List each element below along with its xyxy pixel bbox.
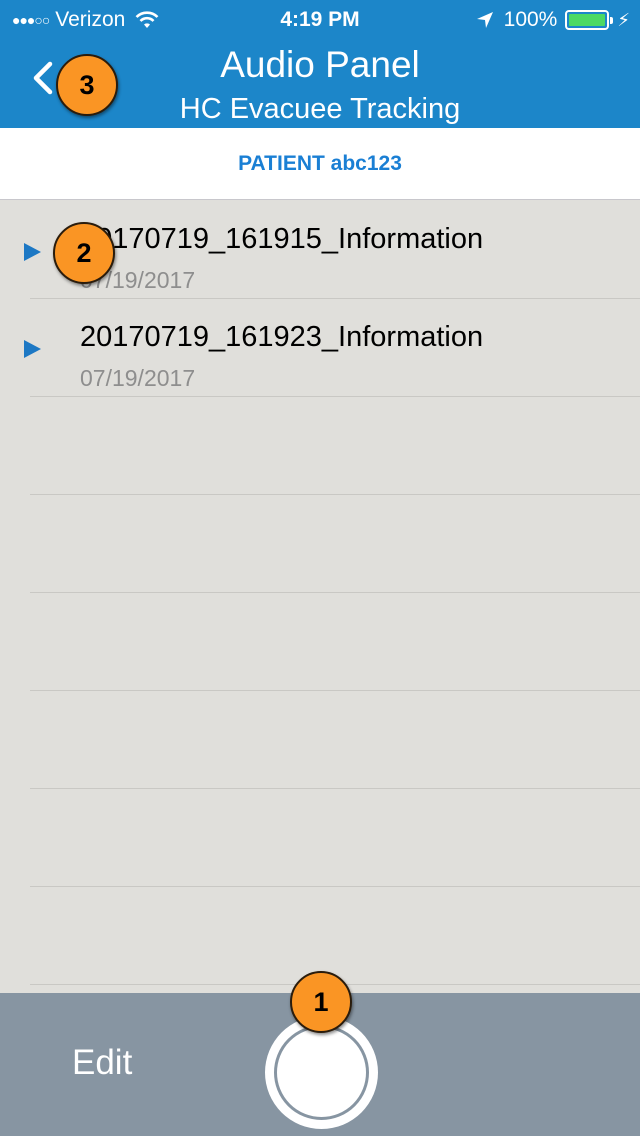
recording-name: 20170719_161923_Information <box>80 321 484 353</box>
play-icon[interactable] <box>24 340 41 358</box>
empty-row <box>0 495 640 593</box>
location-arrow-icon <box>476 12 493 28</box>
empty-row <box>0 593 640 691</box>
recording-name: 20170719_161915_Information <box>80 223 484 255</box>
empty-row <box>0 789 640 887</box>
empty-row <box>0 691 640 789</box>
battery-icon <box>565 10 614 30</box>
annotation-badge-2: 2 <box>53 222 115 284</box>
play-icon[interactable] <box>24 243 41 261</box>
charging-bolt-icon: ⚡︎ <box>617 9 630 30</box>
annotation-badge-3: 3 <box>56 54 118 116</box>
record-button-icon <box>274 1025 369 1120</box>
patient-header: PATIENT abc123 <box>0 128 640 200</box>
status-bar: ●●●○○ Verizon 4:19 PM 100% ⚡︎ <box>0 0 640 40</box>
patient-label: PATIENT abc123 <box>238 152 402 175</box>
annotation-badge-1: 1 <box>290 971 352 1033</box>
battery-percentage: 100% <box>503 8 558 31</box>
recordings-list: 20170719_161915_Information 07/19/2017 2… <box>0 201 640 993</box>
edit-button[interactable]: Edit <box>72 1043 132 1083</box>
list-item[interactable]: 20170719_161923_Information 07/19/2017 <box>0 299 640 397</box>
recording-date: 07/19/2017 <box>80 365 196 391</box>
empty-row <box>0 397 640 495</box>
